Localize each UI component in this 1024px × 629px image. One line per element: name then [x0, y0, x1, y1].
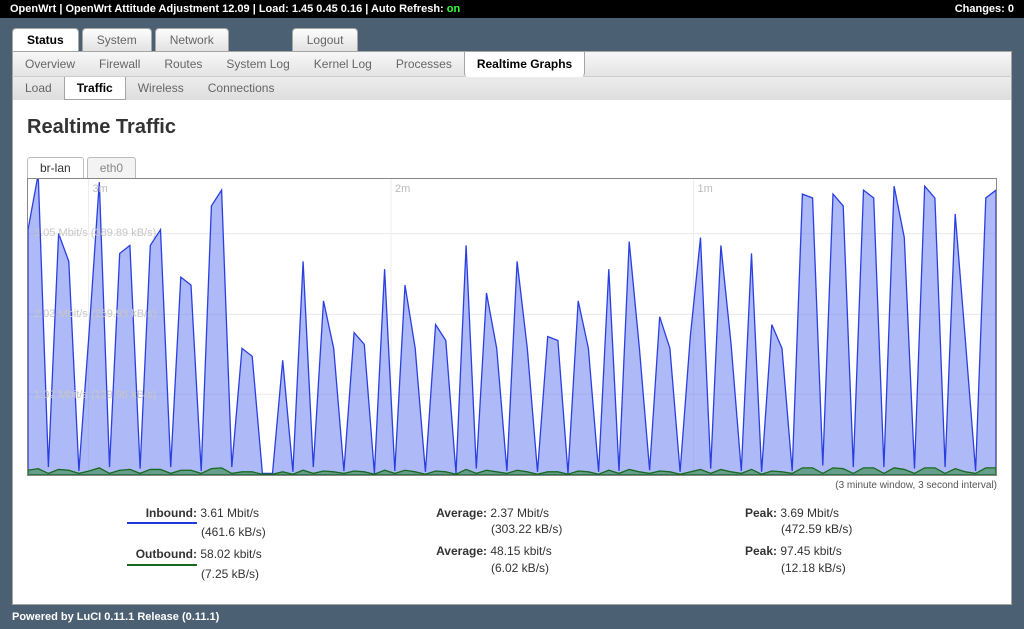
main-tab-network[interactable]: Network — [155, 28, 229, 51]
sub-tab-syslog[interactable]: System Log — [214, 52, 301, 76]
main-tab-status[interactable]: Status — [12, 28, 79, 51]
outbound-avg-label: Average: — [417, 543, 487, 559]
inbound-peak-sub: (472.59 kB/s) — [707, 521, 997, 537]
ter-tab-load[interactable]: Load — [13, 77, 64, 100]
x-tick-label: 2m — [395, 183, 410, 195]
outbound-peak-sub: (12.18 kB/s) — [707, 560, 997, 576]
traffic-chart: 1.02 Mbit/s (129.96 kB/s) 2.03 Mbit/s (25… — [27, 178, 997, 476]
hostname: OpenWrt — [10, 3, 56, 15]
main-tabs: StatusSystemNetwork Logout — [12, 28, 1012, 51]
x-tick-label: 1m — [698, 183, 713, 195]
outbound-peak-label: Peak: — [707, 543, 777, 559]
content-panel: Realtime Traffic br-laneth0 1.02 Mbit/s … — [12, 100, 1012, 605]
inbound-label: Inbound: — [127, 505, 197, 524]
topbar: OpenWrt | OpenWrt Attitude Adjustment 12… — [0, 0, 1024, 18]
interface-tabs: br-laneth0 — [27, 157, 997, 178]
changes-label: Changes: — [955, 3, 1005, 15]
ter-tab-wireless[interactable]: Wireless — [126, 77, 196, 100]
sub-tab-overview[interactable]: Overview — [13, 52, 87, 76]
outbound-current-sub: (7.25 kB/s) — [127, 566, 417, 582]
inbound-peak: 3.69 Mbit/s — [780, 506, 839, 520]
iface-tab-brlan[interactable]: br-lan — [27, 157, 84, 178]
footer: Powered by LuCI 0.11.1 Release (0.11.1) — [0, 605, 1024, 629]
ter-tab-connections[interactable]: Connections — [196, 77, 287, 100]
iface-tab-eth0[interactable]: eth0 — [87, 157, 136, 178]
stats-table: Inbound: 3.61 Mbit/s (461.6 kB/s) Outbou… — [27, 505, 997, 588]
sub-tab-rtgraphs[interactable]: Realtime Graphs — [464, 52, 585, 77]
sub-tab-routes[interactable]: Routes — [152, 52, 214, 76]
y-tick-label: 1.02 Mbit/s (129.96 kB/s) — [34, 389, 156, 401]
load-values: 1.45 0.45 0.16 — [292, 3, 362, 15]
outbound-peak: 97.45 kbit/s — [780, 544, 841, 558]
inbound-avg-label: Average: — [417, 505, 487, 521]
sub-tab-processes[interactable]: Processes — [384, 52, 464, 76]
inbound-current: 3.61 Mbit/s — [200, 506, 259, 520]
x-tick-label: 3m — [93, 183, 108, 195]
inbound-peak-label: Peak: — [707, 505, 777, 521]
ter-tab-traffic[interactable]: Traffic — [64, 77, 126, 100]
autorefresh-label: Auto Refresh: — [371, 3, 444, 15]
y-tick-label: 2.03 Mbit/s (259.93 kB/s) — [34, 308, 156, 320]
autorefresh-state[interactable]: on — [447, 3, 460, 15]
tertiary-tabs: LoadTrafficWirelessConnections — [12, 77, 1012, 100]
chart-caption: (3 minute window, 3 second interval) — [27, 480, 997, 491]
page-title: Realtime Traffic — [27, 116, 997, 139]
sub-tab-firewall[interactable]: Firewall — [87, 52, 152, 76]
y-tick-label: 3.05 Mbit/s (389.89 kB/s) — [34, 227, 156, 239]
outbound-label: Outbound: — [127, 546, 197, 565]
outbound-avg-sub: (6.02 kB/s) — [417, 560, 707, 576]
inbound-avg-sub: (303.22 kB/s) — [417, 521, 707, 537]
sub-tabs: OverviewFirewallRoutesSystem LogKernel L… — [12, 51, 1012, 77]
main-tab-system[interactable]: System — [82, 28, 152, 51]
sub-tab-kernlog[interactable]: Kernel Log — [302, 52, 384, 76]
outbound-avg: 48.15 kbit/s — [490, 544, 551, 558]
changes-count[interactable]: 0 — [1008, 3, 1014, 15]
inbound-current-sub: (461.6 kB/s) — [127, 524, 417, 540]
main-tab-logout[interactable]: Logout — [292, 28, 359, 51]
firmware-version: OpenWrt Attitude Adjustment 12.09 — [65, 3, 249, 15]
load-label: Load: — [259, 3, 289, 15]
outbound-current: 58.02 kbit/s — [200, 547, 261, 561]
inbound-avg: 2.37 Mbit/s — [490, 506, 549, 520]
